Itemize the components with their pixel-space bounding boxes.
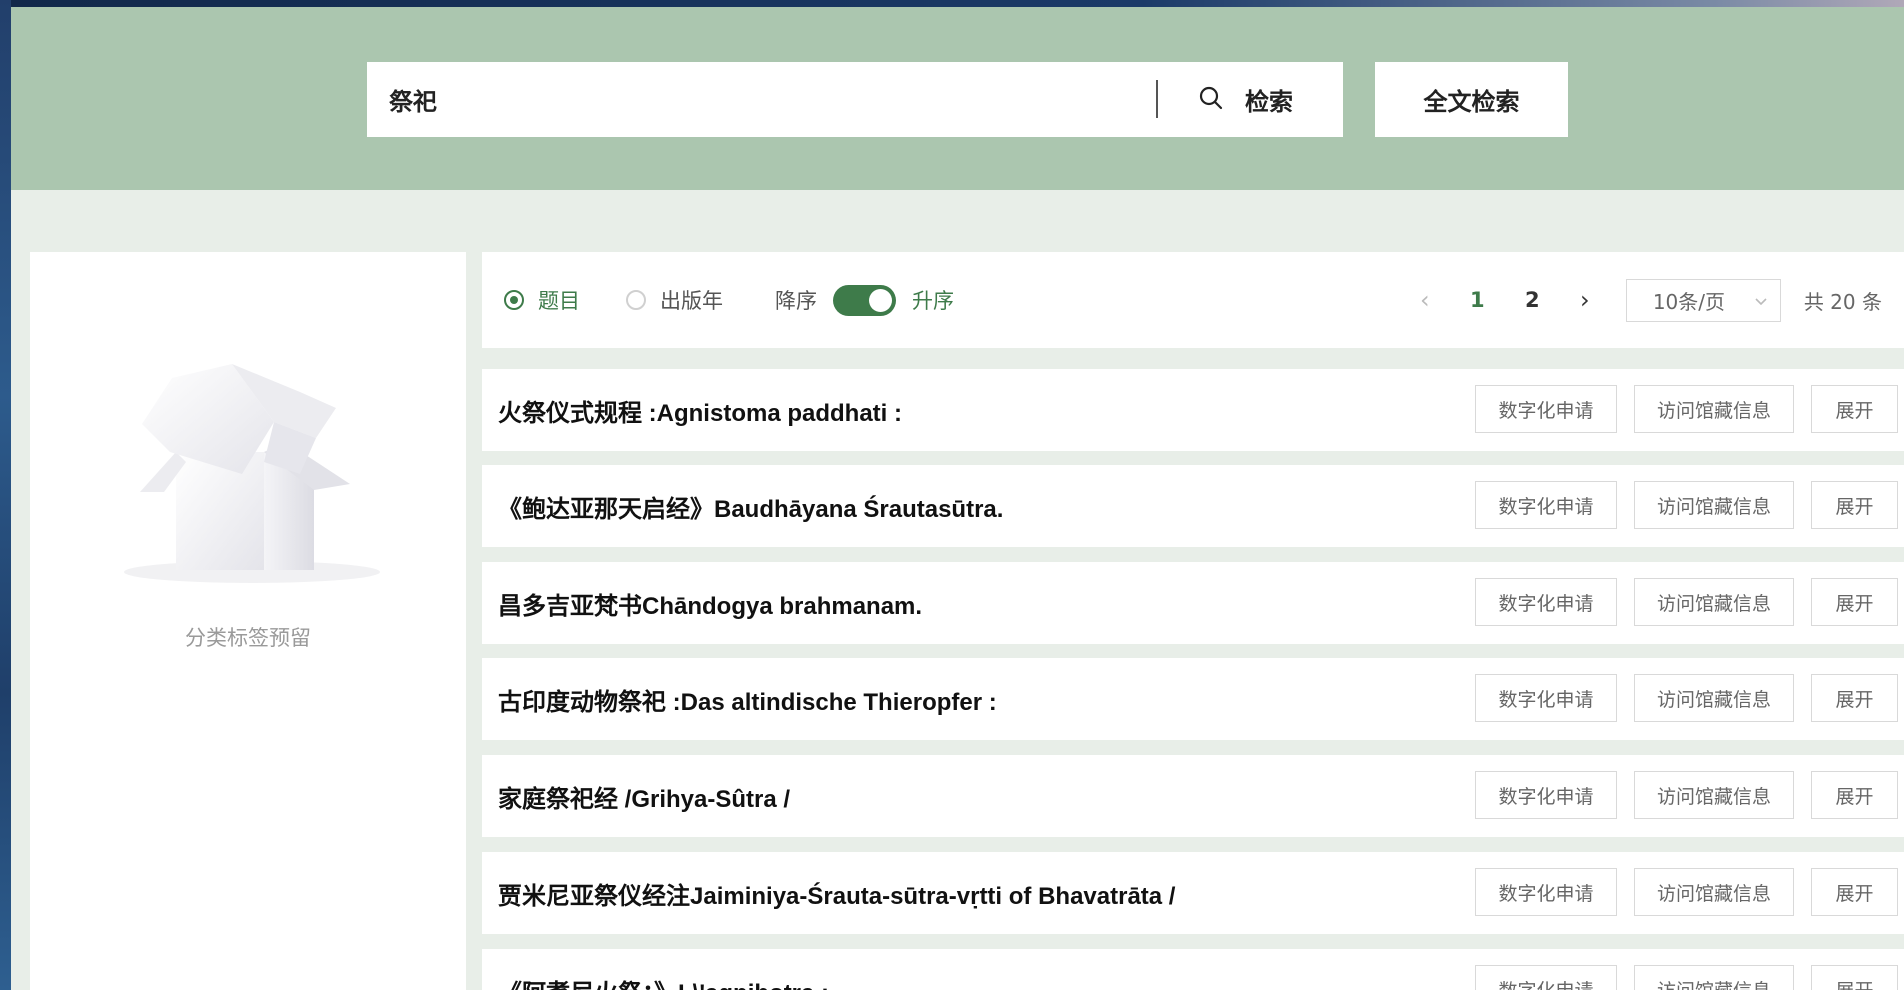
search-divider <box>1156 80 1158 118</box>
search-header: 检索 全文检索 <box>11 7 1904 190</box>
result-row: 《阿耆尼火祭：》L\'agnihotra : 数字化申请 访问馆藏信息 展开 <box>482 949 1904 990</box>
total-count: 共 20 条 <box>1803 289 1882 314</box>
page-button-1[interactable]: 1 <box>1450 288 1505 312</box>
result-title[interactable]: 家庭祭祀经 /Grihya-Sûtra / <box>498 779 790 814</box>
results-panel: 题目 出版年 降序 升序 ‹ 1 2 › 10条/页 共 20 条 火祭仪式规程… <box>482 252 1904 990</box>
digitize-request-button[interactable]: 数字化申请 <box>1475 481 1617 529</box>
digitize-request-button[interactable]: 数字化申请 <box>1475 578 1617 626</box>
result-title[interactable]: 《阿耆尼火祭：》L\'agnihotra : <box>498 973 829 990</box>
result-title[interactable]: 昌多吉亚梵书Chāndogya brahmanam. <box>498 586 922 621</box>
digitize-request-button[interactable]: 数字化申请 <box>1475 674 1617 722</box>
result-row: 古印度动物祭祀 :Das altindische Thieropfer : 数字… <box>482 658 1904 740</box>
sort-by-year-radio[interactable]: 出版年 <box>626 285 723 315</box>
search-button-label: 检索 <box>1245 88 1293 116</box>
holdings-info-button[interactable]: 访问馆藏信息 <box>1634 965 1794 990</box>
next-page-arrow-icon[interactable]: › <box>1560 286 1610 314</box>
holdings-info-button[interactable]: 访问馆藏信息 <box>1634 481 1794 529</box>
expand-button[interactable]: 展开 <box>1811 481 1898 529</box>
expand-button[interactable]: 展开 <box>1811 771 1898 819</box>
digitize-request-button[interactable]: 数字化申请 <box>1475 965 1617 990</box>
descending-label: 降序 <box>775 289 817 313</box>
search-button[interactable]: 检索 <box>1197 62 1343 137</box>
empty-state-text: 分类标签预留 <box>185 626 311 650</box>
ascending-label: 升序 <box>912 289 954 313</box>
search-icon <box>1197 84 1225 116</box>
holdings-info-button[interactable]: 访问馆藏信息 <box>1634 385 1794 433</box>
result-title[interactable]: 《鲍达亚那天启经》Baudhāyana Śrautasūtra. <box>498 489 1003 524</box>
search-input[interactable] <box>389 69 1109 130</box>
result-row: 昌多吉亚梵书Chāndogya brahmanam. 数字化申请 访问馆藏信息 … <box>482 562 1904 644</box>
page-size-value: 10条/页 <box>1652 289 1726 314</box>
expand-button[interactable]: 展开 <box>1811 385 1898 433</box>
result-row: 火祭仪式规程 :Agnistoma paddhati : 数字化申请 访问馆藏信… <box>482 369 1904 451</box>
digitize-request-button[interactable]: 数字化申请 <box>1475 868 1617 916</box>
result-title[interactable]: 古印度动物祭祀 :Das altindische Thieropfer : <box>498 682 997 717</box>
expand-button[interactable]: 展开 <box>1811 674 1898 722</box>
app-window: 检索 全文检索 <box>11 7 1904 990</box>
page-button-2[interactable]: 2 <box>1505 288 1560 312</box>
chevron-down-icon <box>1754 288 1768 312</box>
result-row: 《鲍达亚那天启经》Baudhāyana Śrautasūtra. 数字化申请 访… <box>482 465 1904 547</box>
page-size-select[interactable]: 10条/页 <box>1625 278 1781 322</box>
sort-order-toggle[interactable] <box>833 284 896 316</box>
result-row: 贾米尼亚祭仪经注Jaiminiya-Śrauta-sūtra-vṛtti of … <box>482 852 1904 934</box>
expand-button[interactable]: 展开 <box>1811 868 1898 916</box>
result-title[interactable]: 火祭仪式规程 :Agnistoma paddhati : <box>498 393 902 428</box>
pagination: ‹ 1 2 › 10条/页 共 20 条 <box>1400 252 1904 348</box>
category-sidebar: 分类标签预留 <box>30 252 466 990</box>
results-toolbar: 题目 出版年 降序 升序 ‹ 1 2 › 10条/页 共 20 条 <box>482 252 1904 348</box>
digitize-request-button[interactable]: 数字化申请 <box>1475 771 1617 819</box>
digitize-request-button[interactable]: 数字化申请 <box>1475 385 1617 433</box>
fulltext-search-button[interactable]: 全文检索 <box>1375 62 1568 137</box>
holdings-info-button[interactable]: 访问馆藏信息 <box>1634 868 1794 916</box>
desktop-backdrop-top <box>0 0 1904 7</box>
result-row: 家庭祭祀经 /Grihya-Sûtra / 数字化申请 访问馆藏信息 展开 <box>482 755 1904 837</box>
expand-button[interactable]: 展开 <box>1811 965 1898 990</box>
radio-checked-icon <box>504 290 524 310</box>
search-box: 检索 <box>367 62 1343 137</box>
holdings-info-button[interactable]: 访问馆藏信息 <box>1634 674 1794 722</box>
empty-box-illustration <box>124 334 380 590</box>
sort-by-title-radio[interactable]: 题目 <box>504 285 580 315</box>
sort-by-title-label: 题目 <box>538 289 580 313</box>
expand-button[interactable]: 展开 <box>1811 578 1898 626</box>
sort-by-year-label: 出版年 <box>660 289 723 313</box>
result-title[interactable]: 贾米尼亚祭仪经注Jaiminiya-Śrauta-sūtra-vṛtti of … <box>498 876 1175 911</box>
radio-unchecked-icon <box>626 290 646 310</box>
holdings-info-button[interactable]: 访问馆藏信息 <box>1634 771 1794 819</box>
prev-page-arrow-icon[interactable]: ‹ <box>1400 286 1450 314</box>
desktop-backdrop-left <box>0 0 11 990</box>
holdings-info-button[interactable]: 访问馆藏信息 <box>1634 578 1794 626</box>
